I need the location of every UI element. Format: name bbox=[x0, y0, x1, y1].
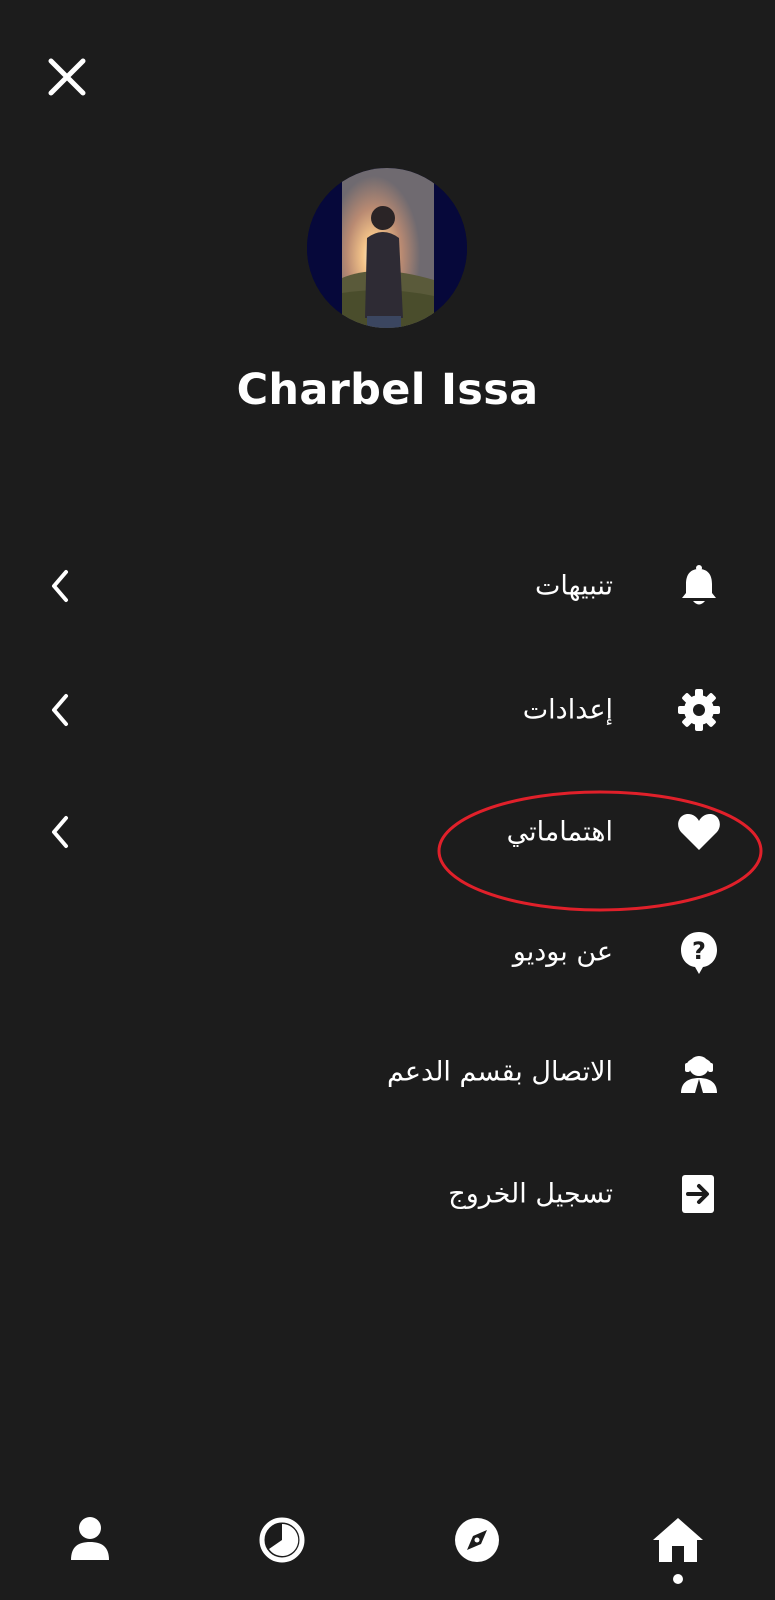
gear-icon bbox=[678, 689, 720, 731]
svg-text:?: ? bbox=[692, 937, 706, 965]
menu-item-label: إعدادات bbox=[522, 694, 613, 726]
menu-item-logout[interactable]: تسجيل الخروج bbox=[0, 1149, 775, 1239]
menu-item-label: اهتماماتي bbox=[506, 816, 613, 848]
menu-item-label: تنبيهات bbox=[534, 570, 613, 602]
timer-icon bbox=[259, 1517, 305, 1563]
chevron-left-icon[interactable] bbox=[44, 566, 76, 606]
user-name: Charbel Issa bbox=[236, 365, 539, 415]
chevron-left-icon[interactable] bbox=[44, 690, 76, 730]
nav-profile[interactable] bbox=[60, 1510, 120, 1570]
menu-item-settings[interactable]: إعدادات bbox=[0, 665, 775, 755]
bell-icon bbox=[682, 565, 716, 605]
nav-explore[interactable] bbox=[447, 1510, 507, 1570]
nav-history[interactable] bbox=[252, 1510, 312, 1570]
heart-icon bbox=[678, 814, 720, 850]
close-icon bbox=[48, 58, 86, 96]
chevron-left-icon[interactable] bbox=[44, 812, 76, 852]
person-icon bbox=[71, 1517, 109, 1560]
menu-item-contact-support[interactable]: الاتصال بقسم الدعم bbox=[0, 1027, 775, 1117]
home-icon bbox=[653, 1518, 703, 1562]
menu-item-label: الاتصال بقسم الدعم bbox=[386, 1056, 613, 1088]
menu-item-about[interactable]: عن بوديو ? bbox=[0, 907, 775, 997]
menu-item-label: تسجيل الخروج bbox=[448, 1178, 613, 1210]
bottom-nav bbox=[0, 1490, 775, 1600]
logout-icon bbox=[682, 1175, 714, 1213]
close-button[interactable] bbox=[46, 56, 88, 98]
avatar bbox=[307, 168, 467, 328]
menu-item-interests[interactable]: اهتماماتي bbox=[0, 787, 775, 877]
compass-icon bbox=[455, 1518, 499, 1562]
support-agent-icon bbox=[681, 1056, 717, 1093]
menu-item-notifications[interactable]: تنبيهات bbox=[0, 541, 775, 631]
nav-home[interactable] bbox=[648, 1510, 708, 1570]
menu-item-label: عن بوديو bbox=[512, 936, 613, 968]
active-nav-indicator bbox=[673, 1574, 683, 1584]
help-bubble-icon: ? bbox=[681, 932, 717, 974]
